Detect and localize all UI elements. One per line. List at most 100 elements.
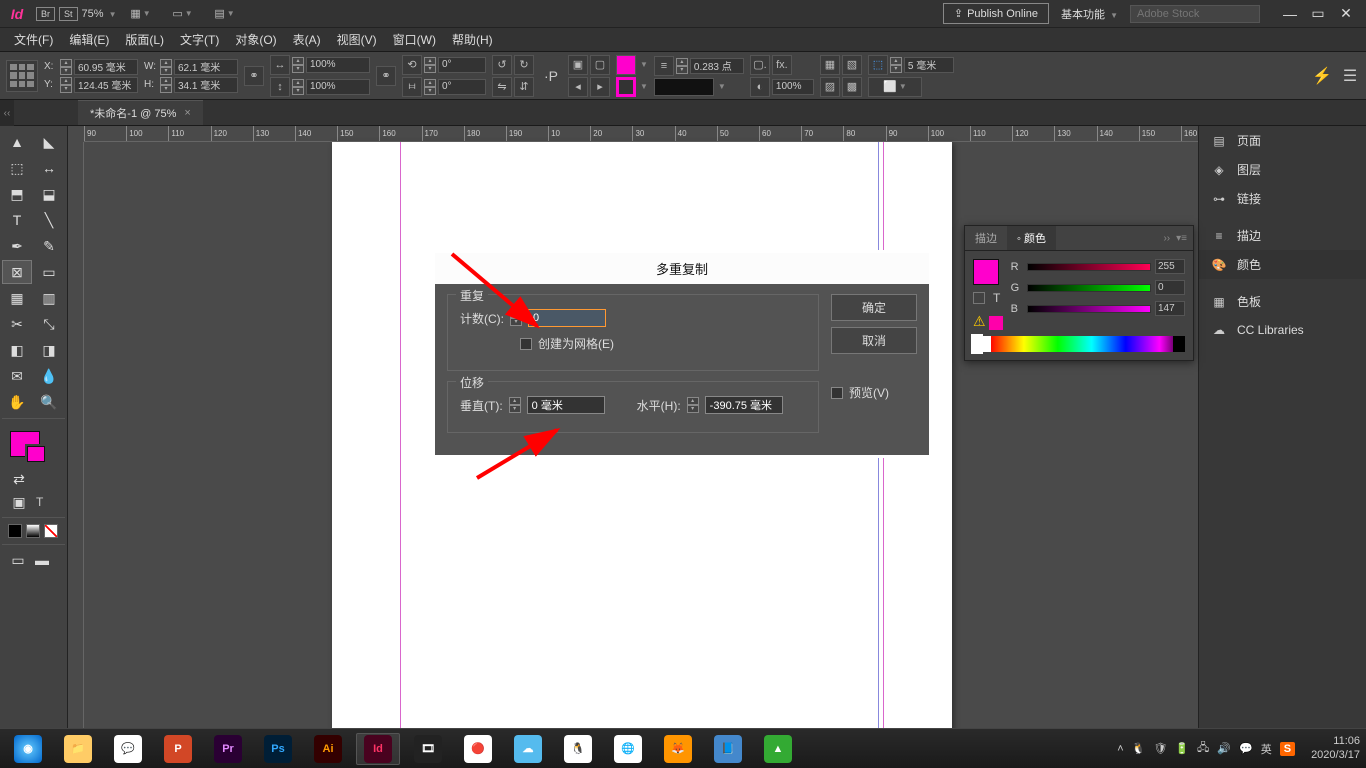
preview-checkbox[interactable] — [831, 387, 843, 399]
control-menu-icon[interactable]: ☰ — [1340, 66, 1360, 86]
direct-selection-tool[interactable]: ◣ — [34, 130, 64, 154]
tray-sogou-icon[interactable]: S — [1280, 742, 1295, 756]
gap-tool[interactable]: ↔ — [34, 156, 64, 180]
red-value-input[interactable] — [1155, 259, 1185, 274]
count-spinner[interactable]: ▴▾ — [510, 310, 522, 326]
drop-shadow-icon[interactable]: ▢. — [750, 55, 770, 75]
horizontal-spinner[interactable]: ▴▾ — [687, 397, 699, 413]
horizontal-ruler[interactable]: 9010011012013014015016017018019010203040… — [84, 126, 1198, 142]
taskbar-app2-icon[interactable]: ☁ — [506, 733, 550, 765]
pencil-tool[interactable]: ✎ — [34, 234, 64, 258]
red-slider[interactable] — [1027, 263, 1151, 271]
swap-fill-stroke-icon[interactable]: ⇄ — [8, 469, 30, 489]
menu-layout[interactable]: 版面(L) — [117, 29, 172, 50]
taskbar-browser-icon[interactable]: ◉ — [6, 733, 50, 765]
apply-gradient-swatch[interactable] — [26, 524, 40, 538]
taskbar-indesign-icon[interactable]: Id — [356, 733, 400, 765]
vertical-offset-input[interactable] — [527, 396, 605, 414]
reference-point-selector[interactable] — [6, 60, 38, 92]
document-tab[interactable]: *未命名-1 @ 75% × — [78, 100, 203, 125]
content-placer-tool[interactable]: ⬓ — [34, 182, 64, 206]
text-wrap-bounding-icon[interactable]: ▧ — [842, 55, 862, 75]
rectangle-tool[interactable]: ▭ — [34, 260, 64, 284]
bridge-badge[interactable]: Br — [36, 7, 55, 21]
color-panel-fill-swatch[interactable] — [973, 259, 999, 285]
fill-stroke-swatch[interactable] — [8, 427, 52, 463]
page-tool[interactable]: ⬚ — [2, 156, 32, 180]
text-fill-toggle[interactable]: T — [993, 291, 1000, 305]
color-panel[interactable]: 描边 ◦ 颜色 ››▾≡ T ⚠ R G B — [964, 225, 1194, 361]
panel-stroke[interactable]: ≡描边 — [1199, 221, 1366, 250]
count-input[interactable] — [528, 309, 606, 327]
stock-badge[interactable]: St — [59, 7, 78, 21]
constrain-proportions-icon[interactable]: ⚭ — [244, 66, 264, 86]
create-grid-checkbox[interactable] — [520, 338, 532, 350]
panel-collapse-icon[interactable]: ›› — [1163, 233, 1170, 244]
stroke-style-select[interactable] — [654, 78, 714, 96]
arrange-docs-icon[interactable]: ▤▼ — [211, 4, 239, 24]
view-options-icon[interactable]: ▦▼ — [127, 4, 155, 24]
menu-type[interactable]: 文字(T) — [172, 29, 227, 50]
scale-x-input[interactable] — [306, 57, 370, 73]
horizontal-offset-input[interactable] — [705, 396, 783, 414]
blue-value-input[interactable] — [1155, 301, 1185, 316]
grid-tool[interactable]: ▦ — [2, 286, 32, 310]
green-value-input[interactable] — [1155, 280, 1185, 295]
panel-menu-icon[interactable]: ▾≡ — [1176, 233, 1187, 244]
width-input[interactable] — [174, 59, 238, 75]
apply-color-swatch[interactable] — [8, 524, 22, 538]
taskbar-photoshop-icon[interactable]: Ps — [256, 733, 300, 765]
tray-volume-icon[interactable]: 🔊 — [1217, 742, 1231, 755]
tray-expand-icon[interactable]: ˄ — [1117, 743, 1123, 755]
tab-close-icon[interactable]: × — [184, 107, 190, 119]
panel-color[interactable]: 🎨颜色 — [1199, 250, 1366, 279]
quick-apply-icon[interactable]: ⚡ — [1312, 66, 1332, 86]
gradient-swatch-tool[interactable]: ◧ — [2, 338, 32, 362]
text-wrap-shape-icon[interactable]: ▨ — [820, 77, 840, 97]
out-of-gamut-icon[interactable]: ⚠ — [973, 313, 986, 329]
stroke-swatch[interactable] — [616, 77, 636, 97]
screen-mode-icon[interactable]: ▭▼ — [169, 4, 197, 24]
menu-help[interactable]: 帮助(H) — [444, 29, 501, 50]
taskbar-video-icon[interactable]: 🎞 — [406, 733, 450, 765]
taskbar-explorer-icon[interactable]: 📁 — [56, 733, 100, 765]
taskbar-premiere-icon[interactable]: Pr — [206, 733, 250, 765]
taskbar-powerpoint-icon[interactable]: P — [156, 733, 200, 765]
hand-tool[interactable]: ✋ — [2, 390, 32, 414]
color-panel-tab-color[interactable]: ◦ 颜色 — [1007, 226, 1056, 250]
tray-network-icon[interactable]: 🖧 — [1197, 739, 1209, 758]
pen-tool[interactable]: ✒ — [2, 234, 32, 258]
text-wrap-none-icon[interactable]: ▦ — [820, 55, 840, 75]
tray-qq-icon[interactable]: 🐧 — [1132, 742, 1146, 755]
adobe-stock-search[interactable] — [1130, 5, 1260, 23]
menu-object[interactable]: 对象(O) — [227, 29, 284, 50]
panel-layers[interactable]: ◈图层 — [1199, 155, 1366, 184]
eyedropper-tool[interactable]: 💧 — [34, 364, 64, 388]
tray-security-icon[interactable]: 🛡 — [1153, 742, 1167, 755]
publish-online-button[interactable]: ⇪ Publish Online — [943, 3, 1049, 24]
gradient-feather-tool[interactable]: ◨ — [34, 338, 64, 362]
flip-h-icon[interactable]: ⇋ — [492, 77, 512, 97]
line-tool[interactable]: ╲ — [34, 208, 64, 232]
select-content-icon[interactable]: ▢ — [590, 55, 610, 75]
free-transform-tool[interactable]: ⤡ — [34, 312, 64, 336]
rectangle-frame-tool[interactable]: ⊠ — [2, 260, 32, 284]
container-fill-toggle[interactable] — [973, 292, 985, 304]
workspace-selector[interactable]: 基本功能 ▼ — [1057, 4, 1122, 24]
link-scale-icon[interactable]: ⚭ — [376, 66, 396, 86]
rotate-cw-icon[interactable]: ↻ — [514, 55, 534, 75]
close-window-button[interactable]: ✕ — [1332, 4, 1360, 24]
height-input[interactable] — [174, 77, 238, 93]
tray-ime-indicator[interactable]: 英 — [1261, 741, 1272, 757]
menu-edit[interactable]: 编辑(E) — [61, 29, 117, 50]
scale-y-input[interactable] — [306, 79, 370, 95]
selection-tool[interactable]: ▲ — [2, 130, 32, 154]
vertical-ruler[interactable] — [68, 142, 84, 742]
formatting-text-icon[interactable]: T — [36, 495, 43, 509]
gamut-swatch[interactable] — [989, 316, 1003, 330]
taskbar-chrome-icon[interactable]: 🌐 — [606, 733, 650, 765]
preview-view-icon[interactable]: ▬ — [32, 551, 52, 569]
opacity-input[interactable] — [772, 79, 814, 95]
color-panel-tab-stroke[interactable]: 描边 — [965, 226, 1007, 250]
note-tool[interactable]: ✉ — [2, 364, 32, 388]
